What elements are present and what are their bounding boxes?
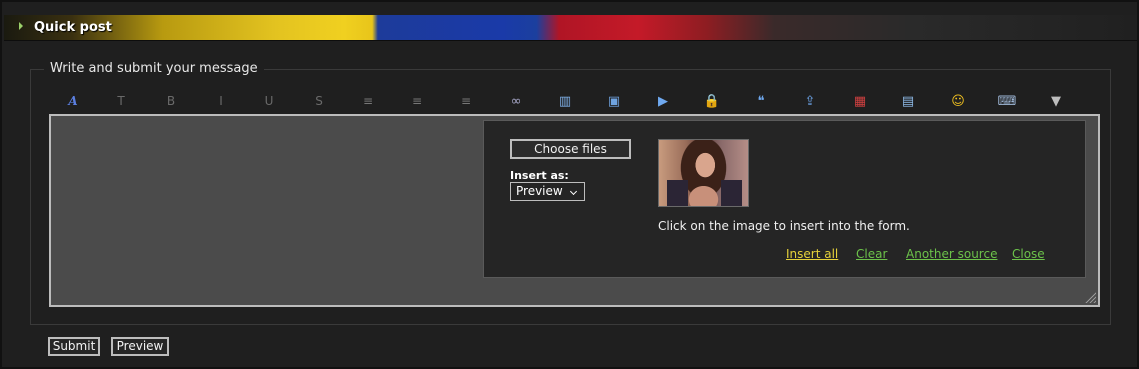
table-icon[interactable]: ▤ <box>897 90 919 112</box>
italic-icon[interactable]: I <box>210 90 232 112</box>
link-icon[interactable]: ∞ <box>505 90 527 112</box>
font-style-icon[interactable]: A <box>62 90 84 112</box>
align-right-icon[interactable]: ≡ <box>455 90 477 112</box>
preview-button[interactable]: Preview <box>111 337 169 356</box>
book-icon[interactable]: ▥ <box>554 90 576 112</box>
smiley-icon[interactable]: ☺ <box>947 90 969 112</box>
thumbnail-detail <box>667 180 742 206</box>
align-center-icon[interactable]: ≡ <box>406 90 428 112</box>
insert-as-select[interactable]: Preview <box>510 182 585 201</box>
font-size-icon[interactable]: T <box>110 90 132 112</box>
panel-header: Quick post <box>4 15 1137 41</box>
image-upload-panel: Choose files Insert as: Preview Click on… <box>483 120 1086 278</box>
underline-icon[interactable]: U <box>258 90 280 112</box>
choose-files-button[interactable]: Choose files <box>510 139 631 159</box>
resize-grip-icon[interactable] <box>1084 291 1096 303</box>
keyboard-icon[interactable]: ⌨ <box>996 90 1018 112</box>
insert-as-label: Insert as: <box>510 169 569 182</box>
fieldset-legend: Write and submit your message <box>44 61 264 76</box>
color-icon[interactable]: ▦ <box>849 90 871 112</box>
close-link[interactable]: Close <box>1012 247 1045 261</box>
insert-as-value: Preview <box>516 184 563 198</box>
lock-icon[interactable]: 🔒 <box>701 90 723 112</box>
chevron-down-icon <box>569 187 578 196</box>
bold-icon[interactable]: B <box>160 90 182 112</box>
another-source-link[interactable]: Another source <box>906 247 997 261</box>
clear-link[interactable]: Clear <box>856 247 887 261</box>
more-icon[interactable]: ▼ <box>1045 90 1067 112</box>
quote-icon[interactable]: ❝ <box>750 90 772 112</box>
quick-post-panel: Quick post Write and submit your message… <box>0 0 1139 369</box>
upload-icon[interactable]: ⇪ <box>799 90 821 112</box>
uploaded-image-thumbnail[interactable] <box>658 139 749 207</box>
submit-button[interactable]: Submit <box>48 337 100 356</box>
insert-all-link[interactable]: Insert all <box>786 247 838 261</box>
align-left-icon[interactable]: ≡ <box>357 90 379 112</box>
editor-toolbar: A T B I U S ≡ ≡ ≡ ∞ ▥ ▣ ▶ 🔒 ❝ ⇪ ▦ ▤ ☺ ⌨ ▼ <box>54 90 1114 112</box>
image-icon[interactable]: ▣ <box>603 90 625 112</box>
panel-title: Quick post <box>34 20 112 35</box>
insert-help-text: Click on the image to insert into the fo… <box>658 219 910 233</box>
strikethrough-icon[interactable]: S <box>308 90 330 112</box>
video-icon[interactable]: ▶ <box>652 90 674 112</box>
collapse-arrow-icon[interactable] <box>19 22 23 30</box>
